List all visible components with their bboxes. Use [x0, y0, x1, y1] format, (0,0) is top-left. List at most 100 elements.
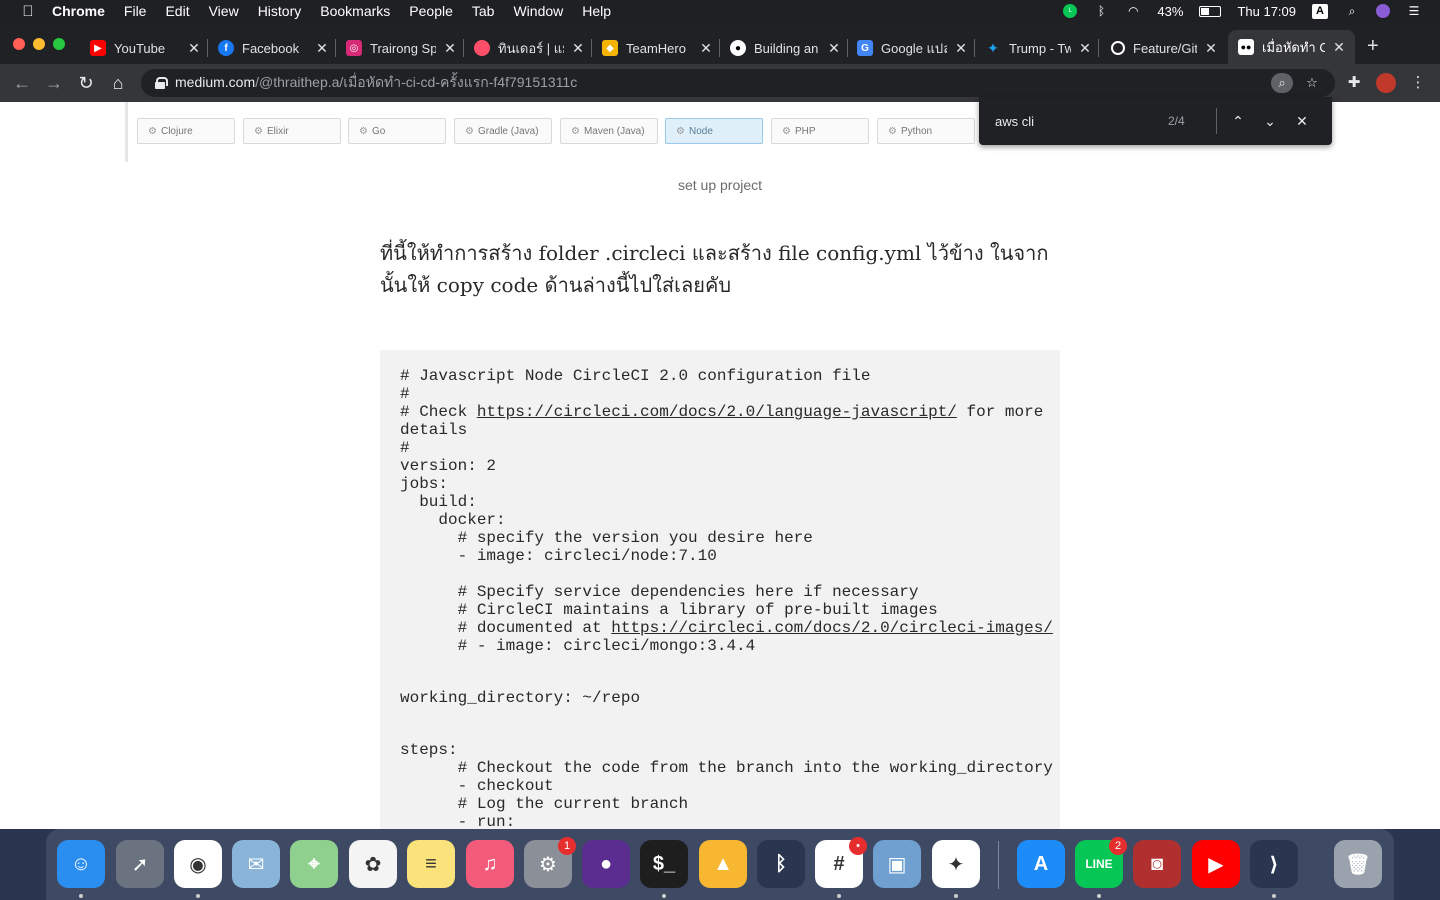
menu-history[interactable]: History: [258, 3, 302, 19]
dock-maps-icon[interactable]: ⌖: [290, 840, 338, 888]
language-option-node: ⚙ Node: [665, 118, 763, 144]
close-tab-icon[interactable]: ✕: [698, 40, 714, 57]
code-link[interactable]: https://circleci.com/docs/2.0/language-j…: [477, 403, 957, 421]
code-link[interactable]: https://circleci.com/docs/2.0/circleci-i…: [611, 619, 1053, 637]
tab-medium-active[interactable]: ●● เมื่อหัดทำ CI ✕: [1228, 30, 1355, 64]
line-status-icon[interactable]: L: [1063, 4, 1078, 18]
close-tab-icon[interactable]: ✕: [1077, 40, 1093, 57]
extensions-puzzle-icon[interactable]: ✚: [1344, 73, 1364, 93]
git-icon: [1111, 41, 1125, 55]
close-window-button[interactable]: [13, 38, 25, 50]
menu-view[interactable]: View: [209, 3, 239, 19]
tab-twitter[interactable]: ✦ Trump - Tw ✕: [985, 33, 1093, 63]
code-line: build:: [400, 493, 477, 511]
clock[interactable]: Thu 17:09: [1237, 4, 1296, 19]
tab-github[interactable]: ● Building an ✕: [730, 33, 842, 63]
tab-instagram[interactable]: ◎ Trairong Sp ✕: [346, 33, 458, 63]
gear-icon: ⚙: [676, 125, 685, 137]
code-line: docker:: [400, 511, 506, 529]
spotlight-search-icon[interactable]: ⌕: [1344, 4, 1360, 18]
dock-mail-icon[interactable]: ✉: [232, 840, 280, 888]
close-tab-icon[interactable]: ✕: [186, 40, 202, 57]
address-url[interactable]: medium.com/@thraithep.a/เมื่อหัดทำ-ci-cd…: [175, 72, 577, 94]
menu-help[interactable]: Help: [582, 3, 611, 19]
tab-google-translate[interactable]: G Google แปล ✕: [857, 33, 969, 63]
dock-terminal-icon[interactable]: $_: [640, 840, 688, 888]
dock-photos-icon[interactable]: ✿: [349, 840, 397, 888]
tab-teamhero[interactable]: ◆ TeamHero ✕: [602, 33, 714, 63]
language-option-clojure: ⚙ Clojure: [137, 118, 235, 144]
menu-people[interactable]: People: [409, 3, 453, 19]
dock-launchpad-icon[interactable]: ➚: [116, 840, 164, 888]
menu-app-name[interactable]: Chrome: [52, 3, 105, 19]
close-tab-icon[interactable]: ✕: [1203, 40, 1219, 57]
zoom-window-button[interactable]: [53, 38, 65, 50]
language-option-maven: ⚙ Maven (Java): [560, 118, 658, 144]
menu-edit[interactable]: Edit: [165, 3, 189, 19]
running-indicator: [79, 894, 83, 898]
input-source-icon[interactable]: A: [1312, 3, 1328, 19]
apple-menu-icon[interactable]: : [18, 3, 38, 20]
find-in-page-icon[interactable]: ⌕: [1271, 73, 1293, 93]
close-tab-icon[interactable]: ✕: [570, 40, 586, 57]
home-icon[interactable]: ⌂: [108, 73, 128, 93]
dock-photo-booth-icon[interactable]: ◙: [1133, 840, 1181, 888]
code-line: # documented at https://circleci.com/doc…: [400, 619, 1053, 637]
code-line: # Check https://circleci.com/docs/2.0/la…: [400, 403, 1044, 421]
reload-icon[interactable]: ↻: [76, 73, 96, 93]
dock-preview-icon[interactable]: ▣: [873, 840, 921, 888]
dock-badge: 2: [1109, 837, 1127, 855]
find-input[interactable]: aws cli: [995, 114, 1165, 129]
back-arrow-icon[interactable]: ←: [12, 73, 32, 93]
bookmark-star-icon[interactable]: ☆: [1301, 73, 1323, 93]
battery-icon[interactable]: [1199, 5, 1222, 17]
minimize-window-button[interactable]: [33, 38, 45, 50]
dock-bluetooth-icon[interactable]: ᛒ: [757, 840, 805, 888]
menu-window[interactable]: Window: [513, 3, 563, 19]
dock-tableplus-icon[interactable]: ▲: [699, 840, 747, 888]
code-line: # Log the current branch: [400, 795, 689, 813]
tab-git-feature[interactable]: Feature/Git ✕: [1111, 33, 1219, 63]
dock-app-store-icon[interactable]: A: [1017, 840, 1065, 888]
close-tab-icon[interactable]: ✕: [953, 40, 969, 57]
chrome-menu-icon[interactable]: ⋮: [1408, 73, 1428, 93]
dock-messenger-icon[interactable]: ✦: [932, 840, 980, 888]
running-indicator: [1272, 894, 1276, 898]
profile-avatar[interactable]: [1376, 73, 1396, 93]
github-icon: ●: [730, 40, 746, 56]
close-tab-icon[interactable]: ✕: [442, 40, 458, 57]
code-line: details: [400, 421, 468, 439]
dock-finder-icon[interactable]: ☺: [57, 840, 105, 888]
lock-icon[interactable]: [155, 77, 168, 89]
address-bar[interactable]: medium.com/@thraithep.a/เมื่อหัดทำ-ci-cd…: [141, 69, 1335, 97]
new-tab-icon[interactable]: +: [1367, 36, 1379, 56]
find-next-chevron-down-icon[interactable]: ⌄: [1259, 110, 1281, 132]
dock-music-icon[interactable]: ♫: [466, 840, 514, 888]
menu-bookmarks[interactable]: Bookmarks: [320, 3, 390, 19]
forward-arrow-icon[interactable]: →: [44, 73, 64, 93]
dock-vscode-icon[interactable]: ⟩: [1250, 840, 1298, 888]
tab-tinder[interactable]: ทินเดอร์ | แม ✕: [474, 33, 586, 63]
bluetooth-icon[interactable]: ᛒ: [1093, 4, 1109, 18]
dock-youtube-music-icon[interactable]: ▶: [1192, 840, 1240, 888]
close-tab-icon[interactable]: ✕: [314, 40, 330, 57]
siri-icon[interactable]: [1376, 4, 1390, 18]
find-previous-chevron-up-icon[interactable]: ⌃: [1227, 110, 1249, 132]
notification-center-icon[interactable]: ☰: [1406, 4, 1422, 18]
dock-trash-icon[interactable]: 🗑: [1334, 840, 1382, 888]
dock-chrome-icon[interactable]: ◉: [174, 840, 222, 888]
tab-youtube[interactable]: ▶ YouTube ✕: [90, 33, 202, 63]
wifi-icon[interactable]: ◠: [1125, 4, 1141, 18]
menu-file[interactable]: File: [124, 3, 147, 19]
close-tab-icon[interactable]: ✕: [1331, 39, 1347, 56]
code-line: jobs:: [400, 475, 449, 493]
tab-facebook[interactable]: f Facebook ✕: [218, 33, 330, 63]
article-paragraph: ที่นี้ให้ทำการสร้าง folder .circleci และ…: [380, 241, 1049, 297]
dock-notes-icon[interactable]: ≡: [407, 840, 455, 888]
menu-tab[interactable]: Tab: [472, 3, 495, 19]
google-translate-icon: G: [857, 40, 873, 56]
dock-tor-browser-icon[interactable]: ●: [582, 840, 630, 888]
find-close-icon[interactable]: ✕: [1291, 110, 1313, 132]
tab-title: ทินเดอร์ | แม: [498, 40, 564, 56]
close-tab-icon[interactable]: ✕: [826, 40, 842, 57]
